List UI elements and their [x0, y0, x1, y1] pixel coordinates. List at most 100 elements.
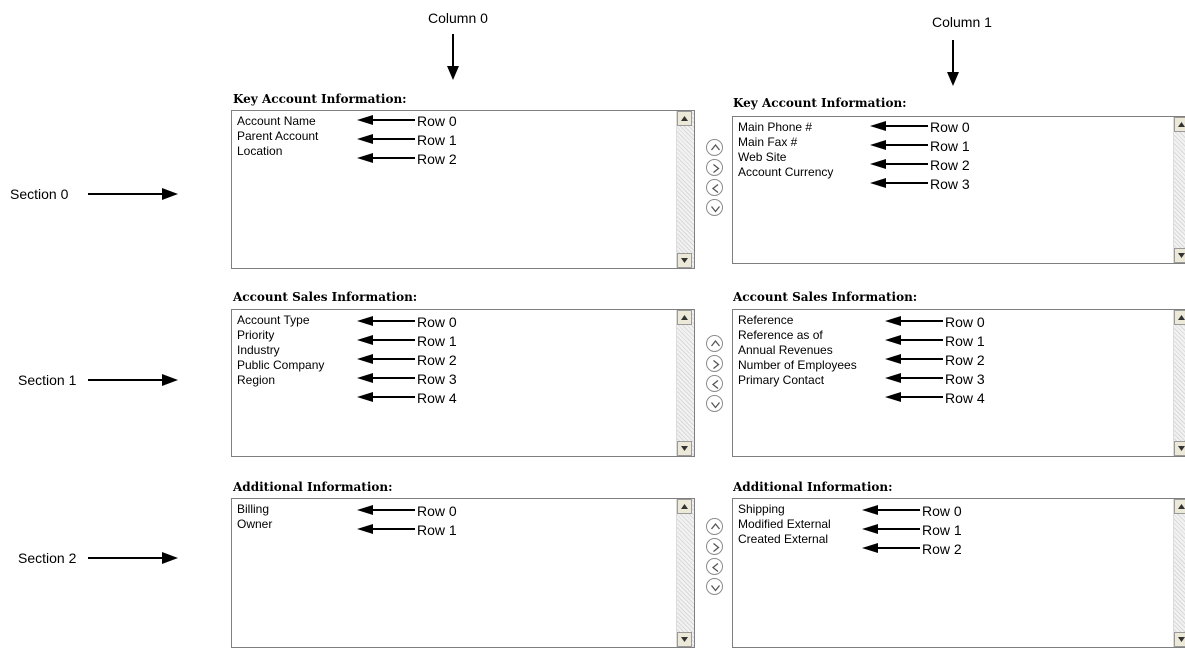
scroll-up-button[interactable] [1174, 310, 1185, 325]
listbox-items: Account Name Parent Account Location [237, 114, 318, 159]
scroll-down-button[interactable] [1174, 441, 1185, 456]
list-item[interactable]: Main Phone # [738, 120, 833, 135]
scroll-down-button[interactable] [677, 632, 692, 647]
panel-title: Key Account Information: [733, 96, 907, 110]
list-item[interactable]: Created External [738, 532, 831, 547]
mover-button[interactable] [706, 179, 723, 196]
vertical-scrollbar[interactable] [676, 310, 694, 456]
arrow-left-icon [357, 505, 415, 515]
scroll-up-button[interactable] [677, 310, 692, 325]
move-left-icon [711, 379, 719, 390]
list-item[interactable]: Modified External [738, 517, 831, 532]
list-item[interactable]: Account Currency [738, 165, 833, 180]
mover-button[interactable] [706, 159, 723, 176]
row-label: Row 3 [945, 371, 985, 387]
row-label: Row 2 [930, 157, 970, 173]
mover-button[interactable] [706, 518, 723, 535]
row-label: Row 1 [417, 333, 457, 349]
list-item[interactable]: Shipping [738, 502, 831, 517]
mover-button[interactable] [706, 199, 723, 216]
scroll-down-button[interactable] [677, 253, 692, 268]
move-right-icon [713, 359, 720, 370]
arrow-left-icon [885, 373, 943, 383]
arrow-left-icon [357, 316, 415, 326]
scroll-up-button[interactable] [1174, 117, 1185, 132]
row-label: Row 0 [930, 119, 970, 135]
move-down-icon [710, 585, 721, 592]
mover-button[interactable] [706, 335, 723, 352]
scroll-down-button[interactable] [1174, 632, 1185, 647]
row-label: Row 2 [922, 541, 962, 557]
list-item[interactable]: Account Name [237, 114, 318, 129]
move-up-icon [710, 143, 721, 151]
arrow-left-icon [862, 505, 920, 515]
panel-title: Key Account Information: [233, 92, 407, 106]
scroll-down-button[interactable] [1174, 248, 1185, 263]
arrow-right-icon [88, 374, 178, 386]
scroll-up-button[interactable] [677, 111, 692, 126]
mover-button[interactable] [706, 558, 723, 575]
list-item[interactable]: Annual Revenues [738, 343, 857, 358]
panel-title: Account Sales Information: [233, 290, 418, 304]
arrow-left-icon [885, 316, 943, 326]
arrow-left-icon [885, 392, 943, 402]
list-item[interactable]: Industry [237, 343, 324, 358]
row-label: Row 0 [945, 314, 985, 330]
scroll-up-button[interactable] [677, 499, 692, 514]
row-label: Row 1 [417, 522, 457, 538]
list-item[interactable]: Reference as of [738, 328, 857, 343]
arrow-left-icon [870, 140, 928, 150]
row-label: Row 1 [930, 138, 970, 154]
vertical-scrollbar[interactable] [1173, 310, 1185, 456]
field-listbox[interactable]: Account Type Priority Industry Public Compa… [231, 309, 695, 457]
mover-button[interactable] [706, 139, 723, 156]
list-item[interactable]: Billing [237, 502, 272, 517]
vertical-scrollbar[interactable] [1173, 499, 1185, 647]
vertical-scrollbar[interactable] [676, 111, 694, 268]
scroll-up-button[interactable] [1174, 499, 1185, 514]
field-listbox[interactable]: Account Name Parent Account Location [231, 110, 695, 269]
listbox-items: Billing Owner [237, 502, 272, 532]
scroll-down-button[interactable] [677, 441, 692, 456]
mover-button[interactable] [706, 355, 723, 372]
field-listbox[interactable]: Billing Owner [231, 498, 695, 648]
section-label-1: Section 1 [18, 372, 77, 388]
arrow-down-icon [447, 34, 459, 80]
move-left-icon [711, 183, 719, 194]
list-item[interactable]: Web Site [738, 150, 833, 165]
row-label: Row 1 [417, 132, 457, 148]
move-left-icon [711, 562, 719, 573]
field-listbox[interactable]: Shipping Modified External Created Externa… [732, 498, 1185, 648]
row-label: Row 0 [417, 314, 457, 330]
mover-button[interactable] [706, 538, 723, 555]
list-item[interactable]: Region [237, 373, 324, 388]
arrow-left-icon [862, 543, 920, 553]
column-label-1: Column 1 [932, 14, 992, 30]
arrow-left-icon [357, 134, 415, 144]
list-item[interactable]: Public Company [237, 358, 324, 373]
list-item[interactable]: Parent Account [237, 129, 318, 144]
move-right-icon [713, 163, 720, 174]
arrow-left-icon [885, 335, 943, 345]
column-label-0: Column 0 [428, 10, 488, 26]
mover-button[interactable] [706, 578, 723, 595]
list-item[interactable]: Primary Contact [738, 373, 857, 388]
arrow-left-icon [357, 354, 415, 364]
mover-button[interactable] [706, 395, 723, 412]
move-right-icon [713, 542, 720, 553]
row-label: Row 0 [922, 503, 962, 519]
section-label-2: Section 2 [18, 550, 77, 566]
list-item[interactable]: Main Fax # [738, 135, 833, 150]
vertical-scrollbar[interactable] [1173, 117, 1185, 263]
list-item[interactable]: Reference [738, 313, 857, 328]
arrow-left-icon [870, 159, 928, 169]
list-item[interactable]: Priority [237, 328, 324, 343]
list-item[interactable]: Owner [237, 517, 272, 532]
list-item[interactable]: Location [237, 144, 318, 159]
list-item[interactable]: Number of Employees [738, 358, 857, 373]
row-label: Row 4 [417, 390, 457, 406]
mover-button[interactable] [706, 375, 723, 392]
list-item[interactable]: Account Type [237, 313, 324, 328]
arrow-left-icon [357, 392, 415, 402]
vertical-scrollbar[interactable] [676, 499, 694, 647]
